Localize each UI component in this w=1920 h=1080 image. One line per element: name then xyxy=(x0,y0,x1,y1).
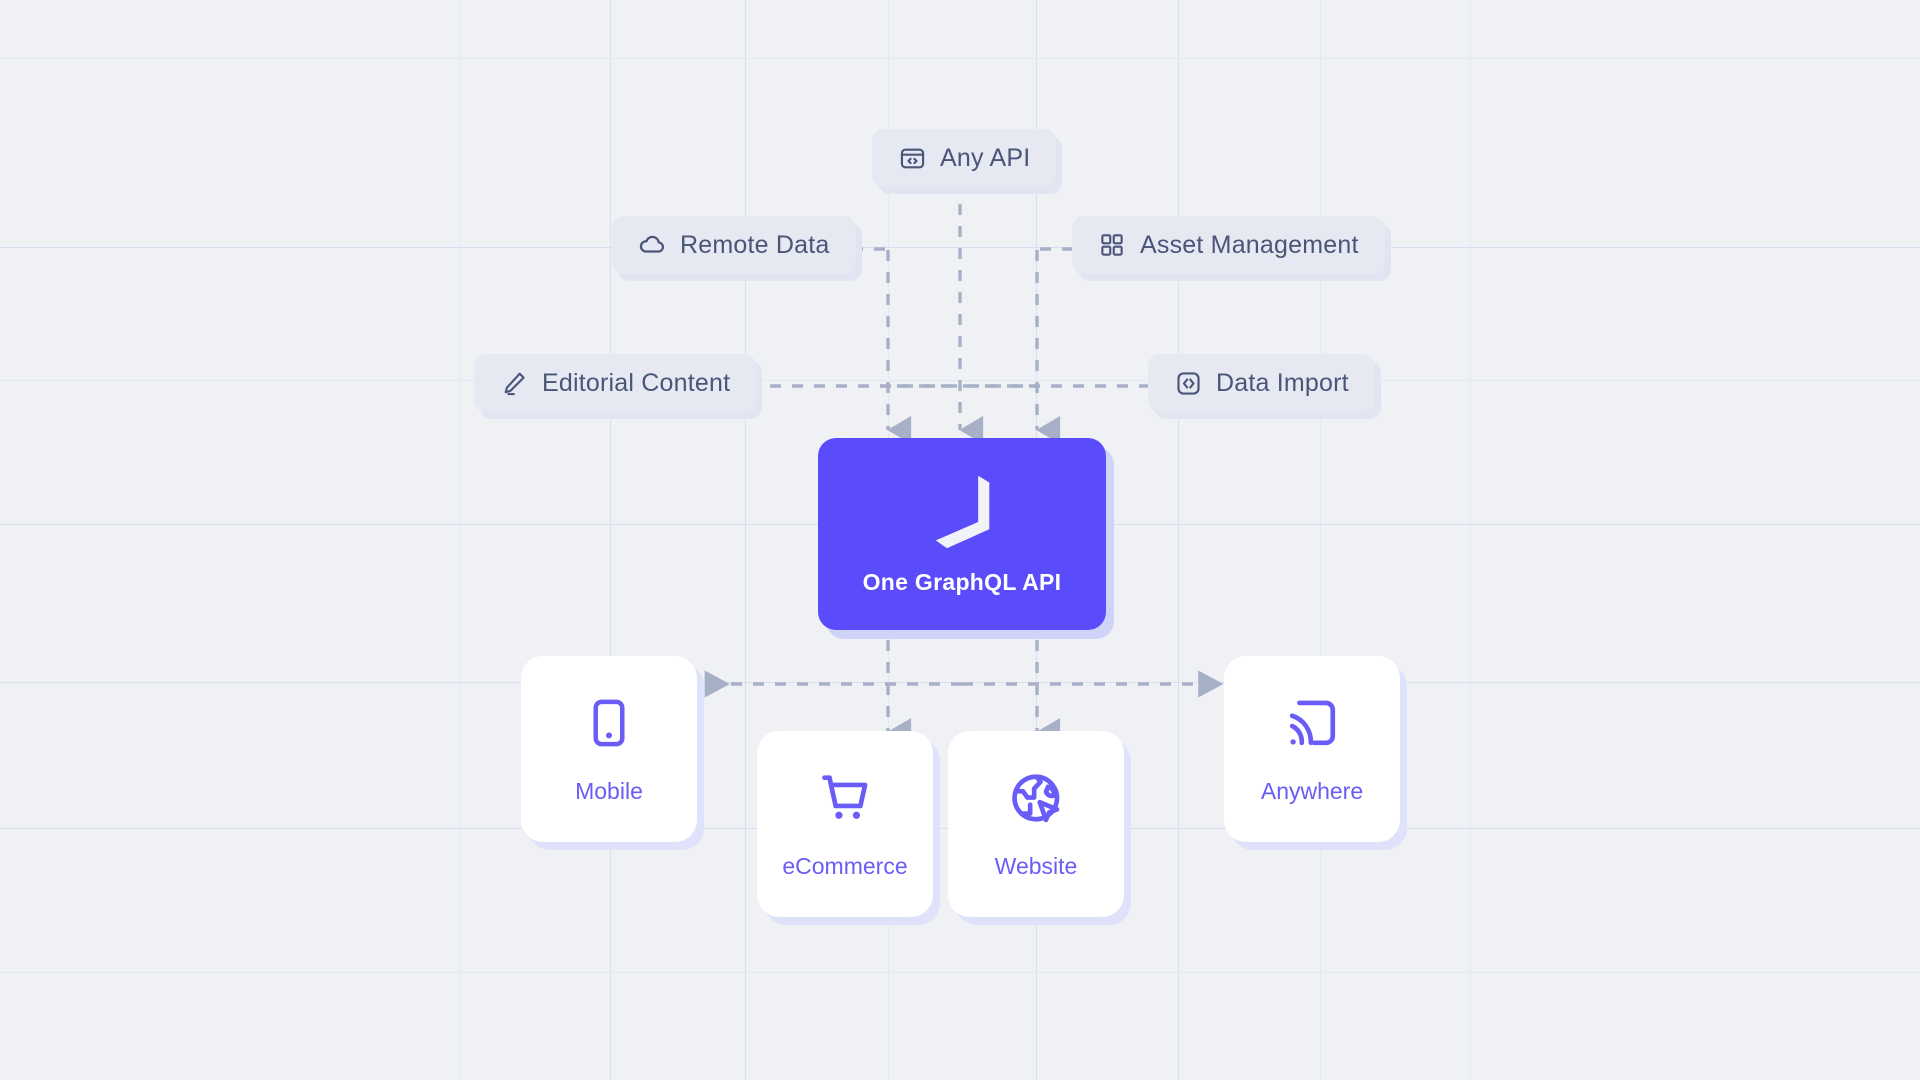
screencast-icon xyxy=(1283,694,1341,752)
grid-line-vertical xyxy=(460,0,461,1080)
globe-cursor-icon xyxy=(1007,769,1065,827)
diagram-canvas: Any API Remote Data Asset Management Edi… xyxy=(0,0,1920,1080)
node-mobile[interactable]: Mobile xyxy=(521,656,697,842)
grid-line-vertical xyxy=(1320,0,1321,1080)
node-label: Anywhere xyxy=(1260,777,1364,804)
pencil-edit-icon xyxy=(500,369,528,397)
node-editorial-content[interactable]: Editorial Content xyxy=(474,354,757,412)
browser-code-icon xyxy=(898,144,926,172)
node-ecommerce[interactable]: eCommerce xyxy=(757,731,933,917)
grid-line-vertical xyxy=(1470,0,1471,1080)
node-remote-data[interactable]: Remote Data xyxy=(612,216,856,274)
node-website[interactable]: Website xyxy=(948,731,1124,917)
node-label: One GraphQL API xyxy=(862,568,1062,595)
node-label: Any API xyxy=(940,143,1031,172)
node-label: eCommerce xyxy=(782,852,908,879)
grid-squares-icon xyxy=(1098,231,1126,259)
node-label: Website xyxy=(994,852,1078,879)
grid-line-horizontal xyxy=(0,58,1920,59)
node-anywhere[interactable]: Anywhere xyxy=(1224,656,1400,842)
grid-line-vertical xyxy=(745,0,746,1080)
smartphone-icon xyxy=(580,694,638,752)
node-any-api[interactable]: Any API xyxy=(872,129,1057,187)
node-one-graphql-api[interactable]: One GraphQL API xyxy=(818,438,1106,630)
cloud-icon xyxy=(638,231,666,259)
grid-line-horizontal xyxy=(0,972,1920,973)
node-label: Mobile xyxy=(575,777,643,804)
grid-line-horizontal xyxy=(0,682,1920,683)
shopping-cart-icon xyxy=(816,769,874,827)
grid-line-vertical xyxy=(1178,0,1179,1080)
code-brackets-box-icon xyxy=(1174,369,1202,397)
node-label: Remote Data xyxy=(680,230,830,259)
node-asset-management[interactable]: Asset Management xyxy=(1072,216,1385,274)
node-label: Asset Management xyxy=(1140,230,1359,259)
grid-line-vertical xyxy=(610,0,611,1080)
grid-line-horizontal xyxy=(0,247,1920,248)
node-label: Editorial Content xyxy=(542,368,731,397)
grid-line-horizontal xyxy=(0,380,1920,381)
hygraph-logo-icon xyxy=(926,473,998,551)
node-data-import[interactable]: Data Import xyxy=(1148,354,1375,412)
node-label: Data Import xyxy=(1216,368,1349,397)
